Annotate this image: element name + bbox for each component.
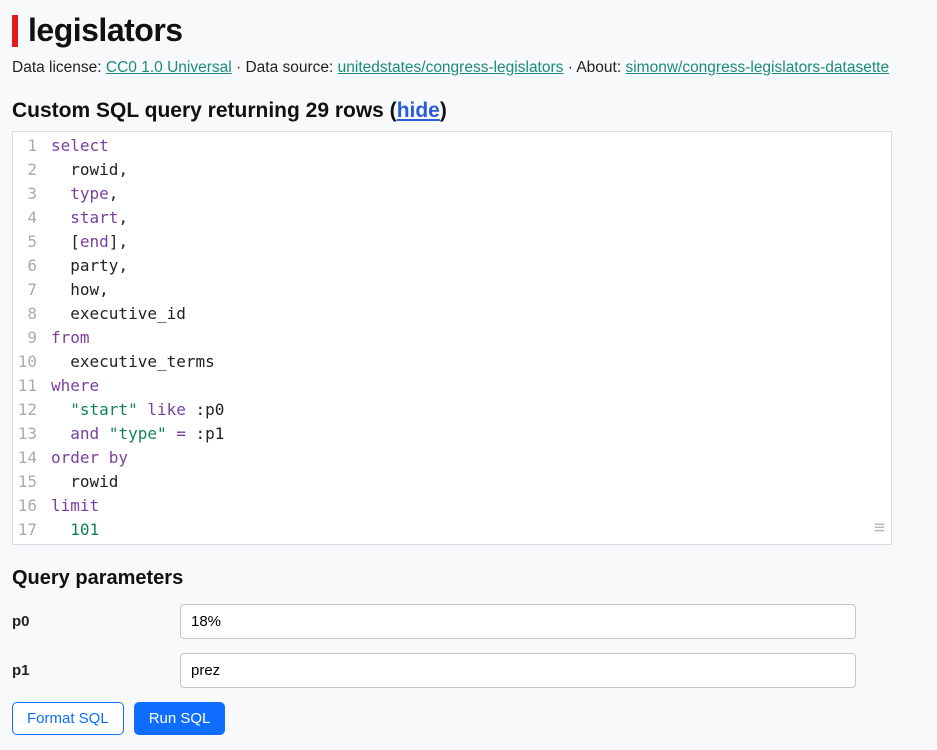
- about-link[interactable]: simonw/congress-legislators-datasette: [625, 59, 889, 76]
- hide-link[interactable]: hide: [397, 99, 440, 122]
- line-number: 1: [13, 134, 41, 158]
- code-line: executive_id: [51, 302, 887, 326]
- source-link[interactable]: unitedstates/congress-legislators: [338, 59, 564, 76]
- code-line: rowid: [51, 470, 887, 494]
- code-line: how,: [51, 278, 887, 302]
- meta-line: Data license: CC0 1.0 Universal · Data s…: [12, 59, 925, 77]
- query-title-prefix: Custom SQL query returning 29 rows (: [12, 99, 397, 122]
- about-label: About:: [576, 59, 625, 76]
- page-title-text: legislators: [28, 12, 183, 49]
- line-number: 9: [13, 326, 41, 350]
- line-number: 3: [13, 182, 41, 206]
- code-line: type,: [51, 182, 887, 206]
- license-label: Data license:: [12, 59, 106, 76]
- code-line: start,: [51, 206, 887, 230]
- format-sql-button[interactable]: Format SQL: [12, 702, 124, 735]
- license-link[interactable]: CC0 1.0 Universal: [106, 59, 232, 76]
- line-number: 13: [13, 422, 41, 446]
- line-number: 15: [13, 470, 41, 494]
- code-line: "start" like :p0: [51, 398, 887, 422]
- resize-handle-icon[interactable]: ≡: [874, 516, 885, 540]
- query-parameters-title: Query parameters: [12, 567, 925, 590]
- code-line: executive_terms: [51, 350, 887, 374]
- line-number: 10: [13, 350, 41, 374]
- line-number: 17: [13, 518, 41, 542]
- line-number-gutter: 1234567891011121314151617: [13, 132, 47, 544]
- code-line: 101: [51, 518, 887, 542]
- code-line: order by: [51, 446, 887, 470]
- param-label-p1: p1: [12, 662, 180, 679]
- run-sql-button[interactable]: Run SQL: [134, 702, 226, 735]
- line-number: 8: [13, 302, 41, 326]
- param-input-p0[interactable]: [180, 604, 856, 639]
- sql-code-area[interactable]: select rowid, type, start, [end], party,…: [47, 132, 891, 544]
- button-row: Format SQL Run SQL: [12, 702, 925, 735]
- line-number: 11: [13, 374, 41, 398]
- param-row: p0: [12, 604, 925, 639]
- param-row: p1: [12, 653, 925, 688]
- line-number: 2: [13, 158, 41, 182]
- code-line: where: [51, 374, 887, 398]
- source-label: Data source:: [245, 59, 337, 76]
- code-line: party,: [51, 254, 887, 278]
- code-line: rowid,: [51, 158, 887, 182]
- line-number: 16: [13, 494, 41, 518]
- query-status-title: Custom SQL query returning 29 rows (hide…: [12, 99, 925, 123]
- param-label-p0: p0: [12, 613, 180, 630]
- code-line: from: [51, 326, 887, 350]
- line-number: 14: [13, 446, 41, 470]
- line-number: 4: [13, 206, 41, 230]
- code-line: [end],: [51, 230, 887, 254]
- line-number: 5: [13, 230, 41, 254]
- code-line: and "type" = :p1: [51, 422, 887, 446]
- page-title: legislators: [12, 12, 925, 49]
- line-number: 12: [13, 398, 41, 422]
- query-title-suffix: ): [440, 99, 447, 122]
- sql-editor[interactable]: 1234567891011121314151617 select rowid, …: [12, 131, 892, 545]
- code-line: select: [51, 134, 887, 158]
- code-line: limit: [51, 494, 887, 518]
- param-input-p1[interactable]: [180, 653, 856, 688]
- line-number: 6: [13, 254, 41, 278]
- line-number: 7: [13, 278, 41, 302]
